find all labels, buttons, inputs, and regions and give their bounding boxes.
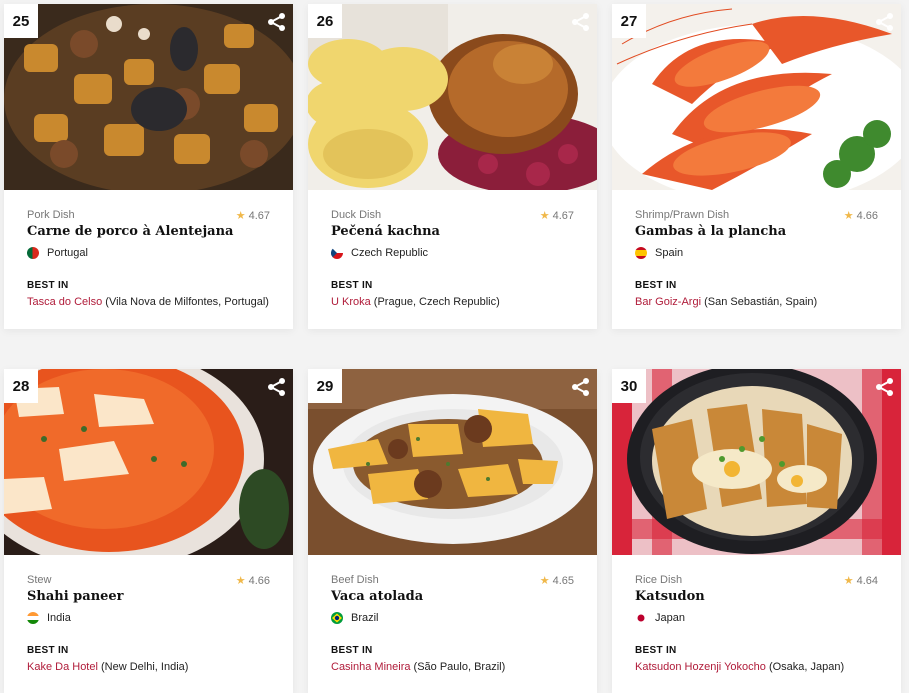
dish-country[interactable]: India [27,612,270,624]
dish-card[interactable]: 29 Beef Dish ★ 4.65 Vaca atolada Brazil B… [308,369,597,693]
share-icon[interactable] [267,377,287,397]
dish-card[interactable]: 30 Rice Dish ★ 4.64 Katsudon Japan BEST I… [612,369,901,693]
best-in-place: U Kroka (Prague, Czech Republic) [331,296,500,308]
best-in-place: Kake Da Hotel (New Delhi, India) [27,661,189,673]
czech-flag-icon [331,247,343,259]
dish-rating: ★ 4.67 [235,209,270,223]
best-in-place: Katsudon Hozenji Yokocho (Osaka, Japan) [635,661,845,673]
portugal-flag-icon [27,247,39,259]
star-icon: ★ [235,575,246,587]
restaurant-link[interactable]: Bar Goiz-Argi [635,296,701,308]
best-in-place: Bar Goiz-Argi (San Sebastián, Spain) [635,296,818,308]
india-flag-icon [27,612,39,624]
dish-image[interactable]: 26 [308,4,597,190]
best-in-label: BEST IN [27,645,69,656]
rank-badge: 29 [308,369,342,403]
best-in-label: BEST IN [635,280,677,291]
dish-country[interactable]: Spain [635,247,878,259]
japan-flag-icon [635,612,647,624]
star-icon: ★ [539,575,550,587]
dish-card[interactable]: 26 Duck Dish ★ 4.67 Pečená kachna Czech R… [308,4,597,329]
rank-badge: 30 [612,369,646,403]
dish-name[interactable]: Gambas à la plancha [635,224,878,239]
dish-category: Rice Dish [635,574,683,586]
best-in-label: BEST IN [27,280,69,291]
dish-rating: ★ 4.67 [539,209,574,223]
dish-image[interactable]: 27 [612,4,901,190]
best-in-label: BEST IN [331,645,373,656]
restaurant-link[interactable]: U Kroka [331,296,371,308]
dish-name[interactable]: Shahi paneer [27,589,270,604]
restaurant-link[interactable]: Casinha Mineira [331,661,410,673]
dish-country[interactable]: Portugal [27,247,270,259]
dish-card[interactable]: 28 Stew ★ 4.66 Shahi paneer India BEST IN… [4,369,293,693]
brazil-flag-icon [331,612,343,624]
share-icon[interactable] [875,12,895,32]
restaurant-link[interactable]: Tasca do Celso [27,296,102,308]
rank-badge: 26 [308,4,342,38]
best-in-label: BEST IN [635,645,677,656]
dish-image[interactable]: 29 [308,369,597,555]
rank-badge: 27 [612,4,646,38]
dish-image[interactable]: 28 [4,369,293,555]
dish-category: Shrimp/Prawn Dish [635,209,730,221]
spain-flag-icon [635,247,647,259]
dish-category: Duck Dish [331,209,382,221]
best-in-label: BEST IN [331,280,373,291]
rank-badge: 28 [4,369,38,403]
share-icon[interactable] [267,12,287,32]
dish-grid: 25 Pork Dish ★ 4.67 Carne de porco à Alen… [0,0,909,693]
dish-category: Beef Dish [331,574,379,586]
dish-name[interactable]: Pečená kachna [331,224,574,239]
share-icon[interactable] [571,12,591,32]
rank-badge: 25 [4,4,38,38]
dish-rating: ★ 4.66 [235,574,270,588]
star-icon: ★ [843,575,854,587]
best-in-place: Casinha Mineira (São Paulo, Brazil) [331,661,506,673]
dish-rating: ★ 4.64 [843,574,878,588]
dish-country[interactable]: Czech Republic [331,247,574,259]
best-in-place: Tasca do Celso (Vila Nova de Milfontes, … [27,296,269,308]
star-icon: ★ [539,210,550,222]
dish-country[interactable]: Japan [635,612,878,624]
dish-rating: ★ 4.66 [843,209,878,223]
dish-name[interactable]: Carne de porco à Alentejana [27,224,270,239]
dish-rating: ★ 4.65 [539,574,574,588]
dish-name[interactable]: Katsudon [635,589,878,604]
dish-card[interactable]: 25 Pork Dish ★ 4.67 Carne de porco à Alen… [4,4,293,329]
share-icon[interactable] [875,377,895,397]
dish-image[interactable]: 25 [4,4,293,190]
restaurant-link[interactable]: Katsudon Hozenji Yokocho [635,661,766,673]
restaurant-link[interactable]: Kake Da Hotel [27,661,98,673]
dish-image[interactable]: 30 [612,369,901,555]
dish-card[interactable]: 27 Shrimp/Prawn Dish ★ 4.66 Gambas à la p… [612,4,901,329]
star-icon: ★ [235,210,246,222]
dish-country[interactable]: Brazil [331,612,574,624]
dish-category: Stew [27,574,52,586]
share-icon[interactable] [571,377,591,397]
dish-category: Pork Dish [27,209,75,221]
star-icon: ★ [843,210,854,222]
dish-name[interactable]: Vaca atolada [331,589,574,604]
